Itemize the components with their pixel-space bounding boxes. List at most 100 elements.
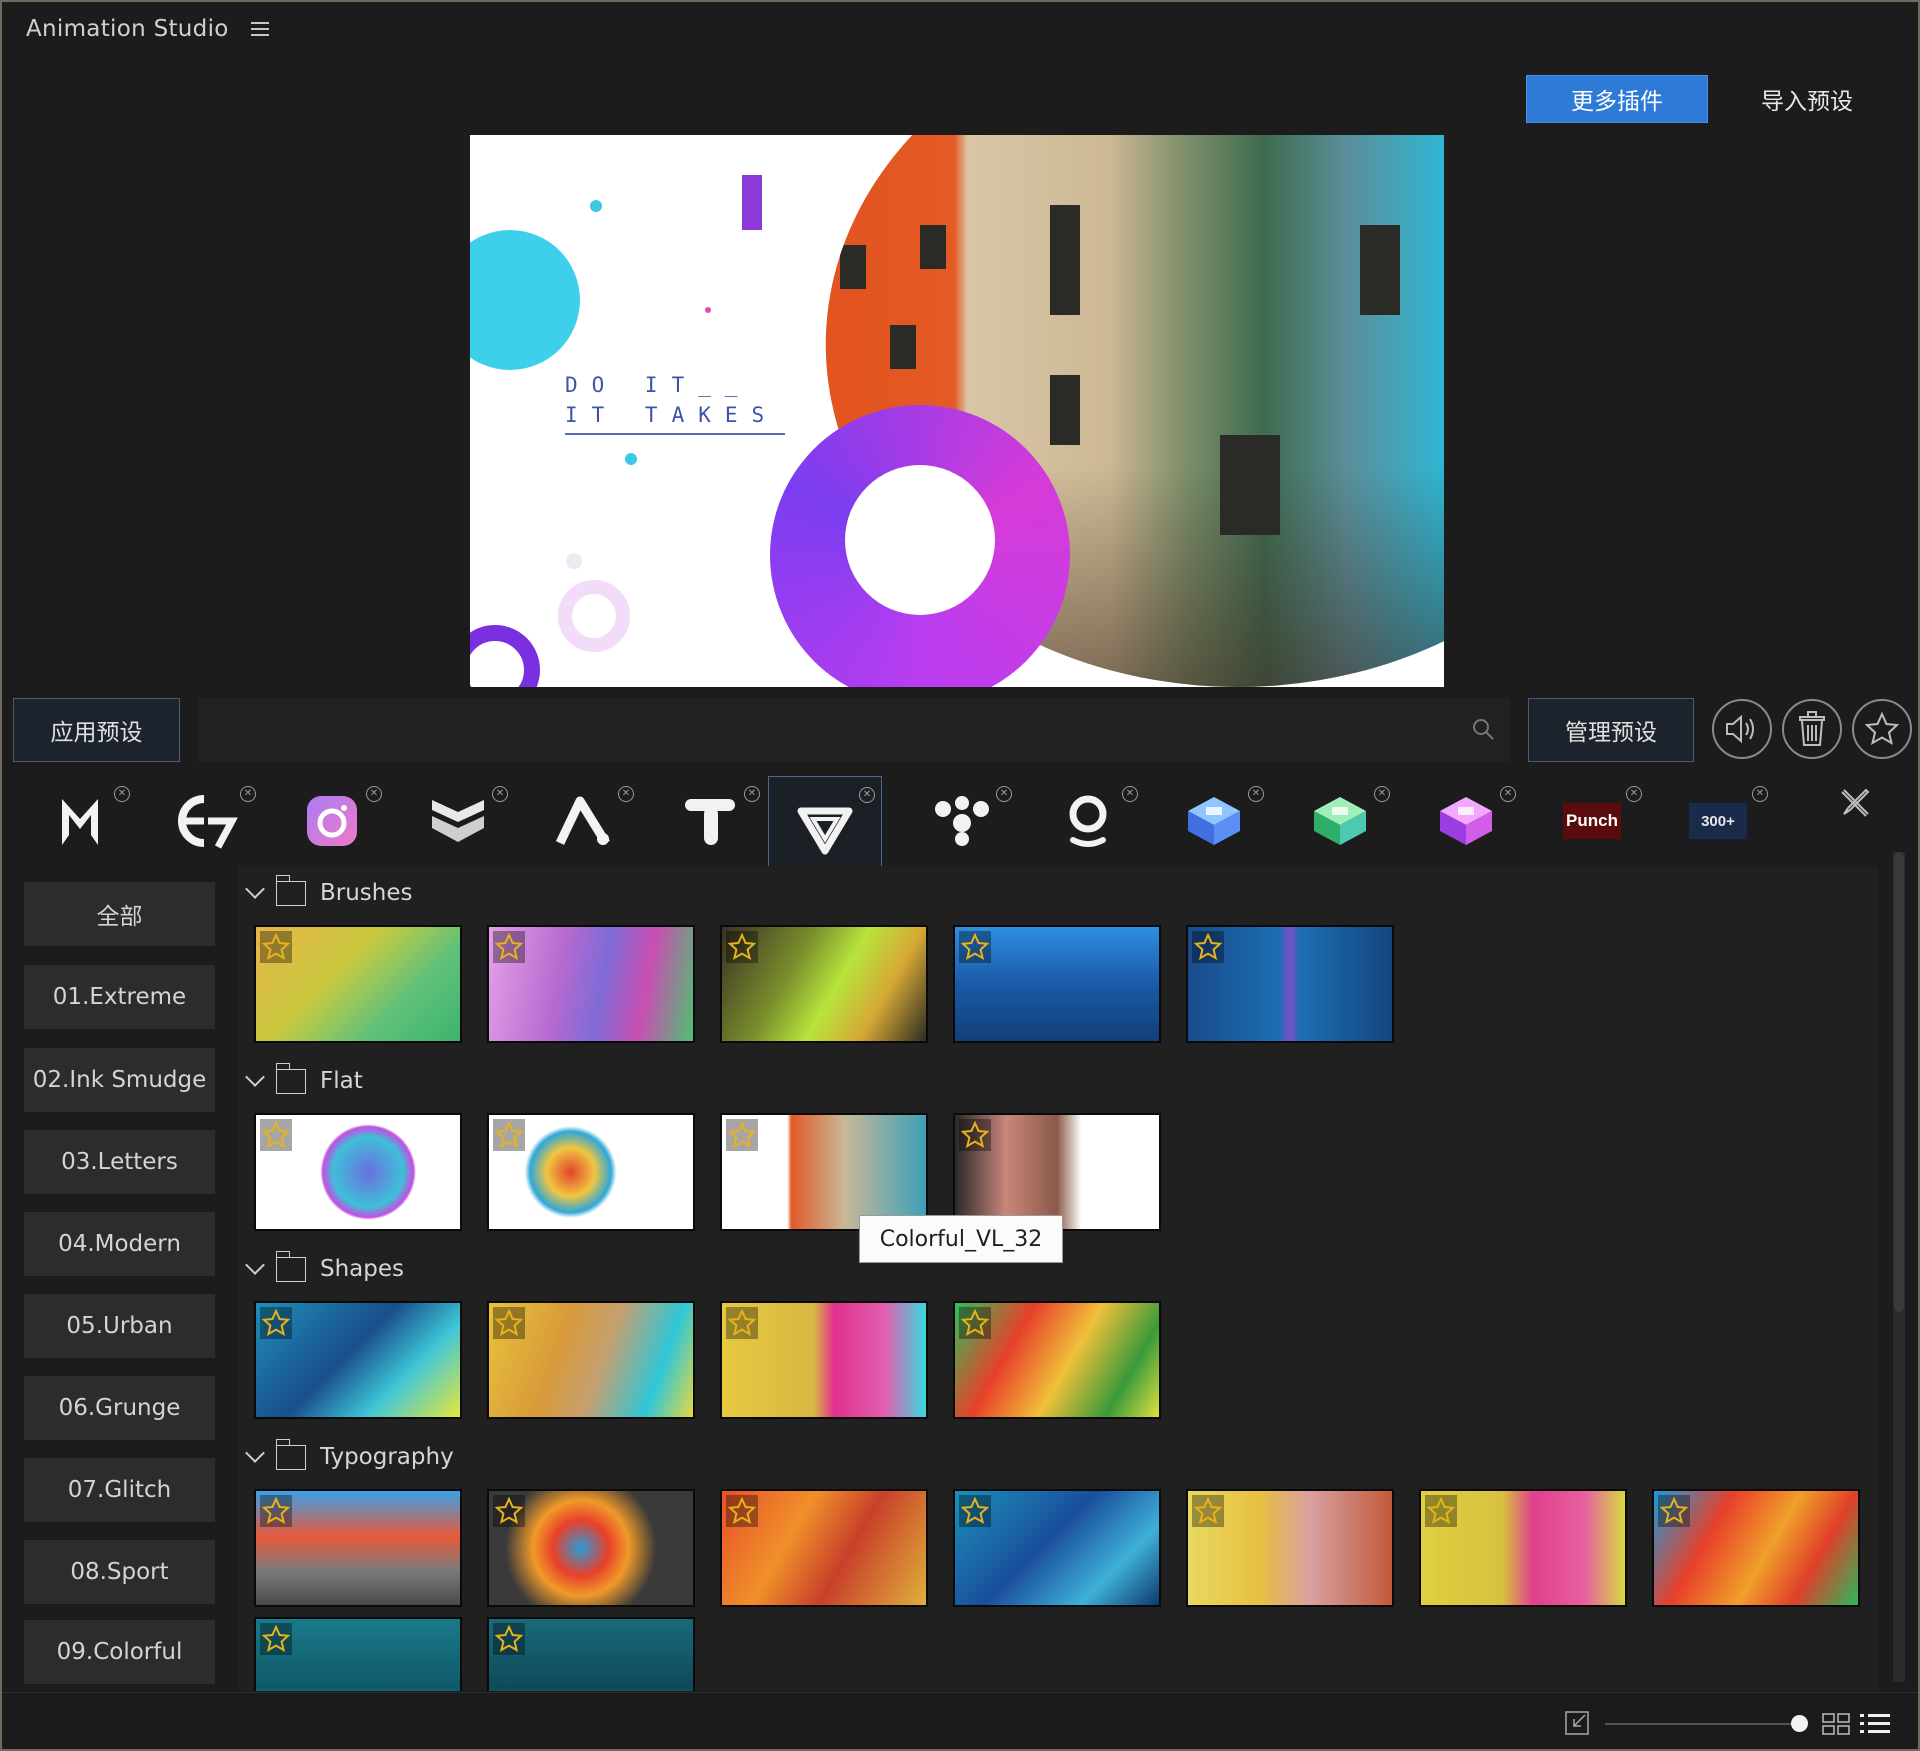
star-icon[interactable]	[1192, 1495, 1224, 1527]
preset-thumbnail[interactable]	[953, 925, 1161, 1043]
category-grunge[interactable]: 06.Grunge	[24, 1376, 215, 1440]
category-letters[interactable]: 03.Letters	[24, 1130, 215, 1194]
zoom-slider-knob[interactable]	[1791, 1715, 1808, 1732]
close-plugin-icon[interactable]: ✕	[1626, 786, 1642, 802]
star-icon[interactable]	[493, 1495, 525, 1527]
star-icon[interactable]	[493, 931, 525, 963]
plugin-tab-300[interactable]: 300+ ✕	[1662, 776, 1774, 866]
close-plugin-icon[interactable]: ✕	[1374, 786, 1390, 802]
preset-thumbnail[interactable]	[254, 1617, 462, 1691]
menu-icon[interactable]	[250, 22, 269, 36]
plugin-tab-green-cube[interactable]: ✕	[1284, 776, 1396, 866]
category-extreme[interactable]: 01.Extreme	[24, 965, 215, 1029]
search-input[interactable]	[198, 698, 1510, 762]
preset-thumbnail[interactable]	[720, 1113, 928, 1231]
chevron-down-icon[interactable]	[245, 879, 265, 899]
preset-thumbnail[interactable]	[254, 1113, 462, 1231]
close-plugin-icon[interactable]: ✕	[996, 786, 1012, 802]
star-icon[interactable]	[726, 1307, 758, 1339]
star-icon[interactable]	[959, 1495, 991, 1527]
star-icon[interactable]	[493, 1119, 525, 1151]
manage-presets-button[interactable]: 管理预设	[1528, 698, 1694, 762]
star-icon[interactable]	[260, 1307, 292, 1339]
preset-thumbnail[interactable]	[487, 925, 695, 1043]
star-icon[interactable]	[1192, 931, 1224, 963]
close-plugin-icon[interactable]: ✕	[1752, 786, 1768, 802]
star-icon[interactable]	[493, 1307, 525, 1339]
preset-thumbnail[interactable]	[953, 1301, 1161, 1419]
star-icon[interactable]	[260, 1623, 292, 1655]
star-icon[interactable]	[959, 1307, 991, 1339]
category-sport[interactable]: 08.Sport	[24, 1540, 215, 1604]
list-view-icon[interactable]	[1860, 1712, 1890, 1736]
import-presets-button[interactable]: 导入预设	[1732, 75, 1882, 123]
delete-button[interactable]	[1782, 699, 1842, 759]
plugin-tab-a[interactable]: ✕	[528, 776, 640, 866]
close-plugin-icon[interactable]: ✕	[492, 786, 508, 802]
preset-thumbnail[interactable]	[487, 1617, 695, 1691]
star-icon[interactable]	[959, 1119, 991, 1151]
preset-thumbnail[interactable]	[720, 1489, 928, 1607]
chevron-down-icon[interactable]	[245, 1443, 265, 1463]
close-plugin-icon[interactable]: ✕	[366, 786, 382, 802]
close-plugin-icon[interactable]: ✕	[859, 787, 875, 803]
close-plugin-icon[interactable]: ✕	[1248, 786, 1264, 802]
star-icon[interactable]	[260, 931, 292, 963]
category-all[interactable]: 全部	[24, 882, 215, 946]
preset-thumbnail[interactable]	[487, 1301, 695, 1419]
close-plugin-icon[interactable]: ✕	[1122, 786, 1138, 802]
group-shapes[interactable]: Shapes	[245, 1250, 404, 1282]
apply-preset-button[interactable]: 应用预设	[13, 698, 180, 762]
scrollbar-thumb[interactable]	[1894, 852, 1904, 1312]
preset-thumbnail[interactable]	[953, 1489, 1161, 1607]
plugin-tab-camera[interactable]: ✕	[276, 776, 388, 866]
shrink-icon[interactable]	[1565, 1711, 1589, 1735]
group-flat[interactable]: Flat	[245, 1062, 363, 1094]
star-icon[interactable]	[726, 931, 758, 963]
plugin-tab-m[interactable]: ✕	[24, 776, 136, 866]
category-urban[interactable]: 05.Urban	[24, 1294, 215, 1358]
plugin-tab-pink-cube[interactable]: ✕	[1410, 776, 1522, 866]
preset-thumbnail[interactable]	[1186, 1489, 1394, 1607]
zoom-slider-track[interactable]	[1605, 1723, 1801, 1725]
search-icon[interactable]	[1472, 718, 1494, 740]
grid-view-icon[interactable]	[1822, 1713, 1850, 1735]
preset-thumbnail[interactable]	[720, 1301, 928, 1419]
tools-icon[interactable]	[1838, 786, 1872, 820]
star-icon[interactable]	[1658, 1495, 1690, 1527]
preset-thumbnail[interactable]	[1186, 925, 1394, 1043]
category-ink-smudge[interactable]: 02.Ink Smudge	[24, 1048, 215, 1112]
star-icon[interactable]	[726, 1495, 758, 1527]
favorite-button[interactable]	[1852, 699, 1912, 759]
plugin-tab-o[interactable]: ✕	[1032, 776, 1144, 866]
star-icon[interactable]	[1425, 1495, 1457, 1527]
preset-thumbnail[interactable]	[254, 1301, 462, 1419]
close-plugin-icon[interactable]: ✕	[1500, 786, 1516, 802]
close-plugin-icon[interactable]: ✕	[744, 786, 760, 802]
star-icon[interactable]	[493, 1623, 525, 1655]
plugin-tab-blue-cube[interactable]: ✕	[1158, 776, 1270, 866]
category-colorful[interactable]: 09.Colorful	[24, 1620, 215, 1684]
star-icon[interactable]	[726, 1119, 758, 1151]
group-brushes[interactable]: Brushes	[245, 874, 413, 906]
group-typography[interactable]: Typography	[245, 1438, 454, 1470]
preset-thumbnail[interactable]	[1652, 1489, 1860, 1607]
plugin-tab-punch[interactable]: Punch ✕	[1536, 776, 1648, 866]
preset-thumbnail[interactable]	[254, 1489, 462, 1607]
chevron-down-icon[interactable]	[245, 1255, 265, 1275]
preset-thumbnail[interactable]	[254, 925, 462, 1043]
preset-thumbnail[interactable]	[487, 1489, 695, 1607]
chevron-down-icon[interactable]	[245, 1067, 265, 1087]
preset-thumbnail[interactable]	[720, 925, 928, 1043]
category-glitch[interactable]: 07.Glitch	[24, 1458, 215, 1522]
more-plugins-button[interactable]: 更多插件	[1526, 75, 1708, 123]
plugin-tab-e7[interactable]: ✕	[150, 776, 262, 866]
preset-thumbnail[interactable]	[487, 1113, 695, 1231]
plugin-tab-t[interactable]: ✕	[654, 776, 766, 866]
sound-button[interactable]	[1712, 699, 1772, 759]
close-plugin-icon[interactable]: ✕	[618, 786, 634, 802]
star-icon[interactable]	[959, 931, 991, 963]
close-plugin-icon[interactable]: ✕	[114, 786, 130, 802]
close-plugin-icon[interactable]: ✕	[240, 786, 256, 802]
plugin-tab-molecule[interactable]: ✕	[906, 776, 1018, 866]
